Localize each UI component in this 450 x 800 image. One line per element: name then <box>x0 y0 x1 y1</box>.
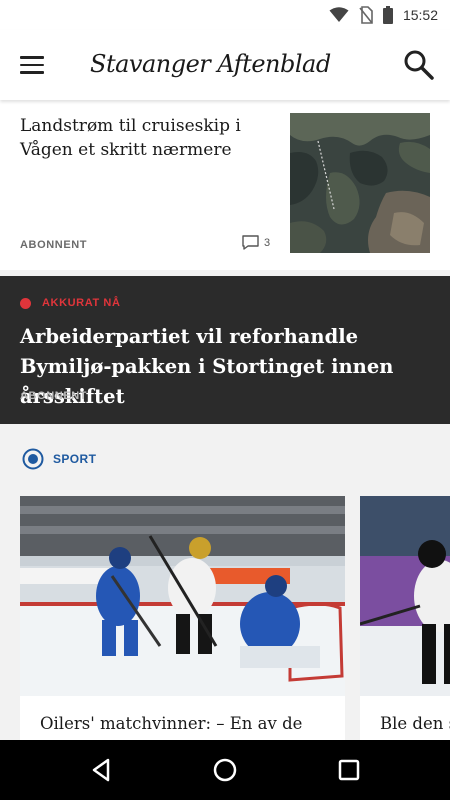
clock: 15:52 <box>402 7 438 23</box>
breaking-news-card[interactable]: AKKURAT NÅ Arbeiderpartiet vil reforhand… <box>0 276 450 424</box>
recents-button[interactable] <box>334 755 364 785</box>
hamburger-menu-icon <box>20 56 44 59</box>
back-button[interactable] <box>86 755 116 785</box>
comment-icon <box>242 235 259 250</box>
sport-section: SPORT Oilers' matchvinner: – En av de Bl… <box>0 424 450 740</box>
article-title[interactable]: Ble den s <box>380 714 450 733</box>
comment-count: 3 <box>264 236 271 249</box>
live-indicator-icon <box>20 298 31 309</box>
aerial-map-image[interactable] <box>290 113 430 253</box>
sport-article-card[interactable]: Ble den s <box>360 496 450 740</box>
article-title[interactable]: Landstrøm til cruiseskip i Vågen et skri… <box>20 114 275 162</box>
comments-indicator[interactable]: 3 <box>242 235 270 250</box>
no-sim-icon <box>359 6 373 24</box>
battery-icon <box>382 6 393 24</box>
radio-target-icon <box>22 448 44 470</box>
status-icons: 15:52 <box>329 6 438 24</box>
article-title[interactable]: Oilers' matchvinner: – En av de <box>40 714 340 733</box>
home-button[interactable] <box>210 755 240 785</box>
recents-icon <box>338 759 360 781</box>
search-button[interactable] <box>402 48 436 82</box>
app-header: Stavanger Aftenblad <box>0 30 450 100</box>
menu-line <box>20 71 44 74</box>
section-label: SPORT <box>53 452 97 466</box>
wifi-icon <box>329 7 349 22</box>
sport-article-card[interactable]: Oilers' matchvinner: – En av de <box>20 496 345 740</box>
back-icon <box>92 758 110 782</box>
ice-hockey-photo[interactable] <box>360 496 450 696</box>
search-icon <box>404 50 434 80</box>
news-feed[interactable]: Landstrøm til cruiseskip i Vågen et skri… <box>0 100 450 740</box>
app-logo[interactable]: Stavanger Aftenblad <box>90 48 331 80</box>
system-nav-bar <box>0 740 450 800</box>
article-card[interactable]: Landstrøm til cruiseskip i Vågen et skri… <box>0 100 450 270</box>
subscriber-label: ABONNENT <box>20 390 88 402</box>
menu-line <box>20 63 44 67</box>
home-icon <box>213 758 237 782</box>
section-header[interactable]: SPORT <box>22 448 96 470</box>
menu-button[interactable] <box>20 51 50 79</box>
subscriber-label: ABONNENT <box>20 239 88 251</box>
ice-hockey-photo[interactable] <box>20 496 345 696</box>
breaking-tag: AKKURAT NÅ <box>42 297 121 309</box>
status-bar: 15:52 <box>0 0 450 30</box>
